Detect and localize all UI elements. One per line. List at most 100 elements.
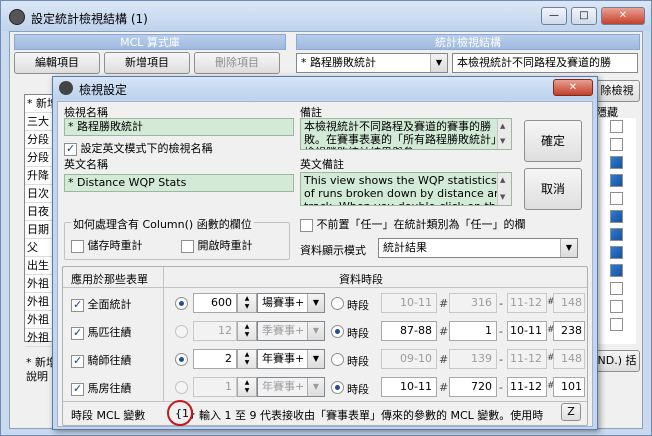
to-season-input[interactable]: 11-12 <box>507 293 547 313</box>
period-radio[interactable] <box>331 325 344 338</box>
mcl-list-item[interactable]: 升降 <box>25 167 55 185</box>
open-recalc-checkbox[interactable] <box>181 239 194 253</box>
unit-select[interactable]: 季賽事+ ▼ <box>257 321 325 341</box>
english-remark-field[interactable]: This view shows the WQP statistics of ru… <box>300 172 512 206</box>
unit-select[interactable]: 年賽事+ ▼ <box>257 377 325 397</box>
dash-icon: - <box>499 297 503 310</box>
hidden-checkbox[interactable] <box>610 210 623 223</box>
unit-select[interactable]: 年賽事+ ▼ <box>257 349 325 369</box>
hidden-checkbox[interactable] <box>610 174 623 187</box>
count-input[interactable]: 1 <box>193 377 237 397</box>
count-spinner[interactable]: ▲ ▼ <box>237 321 257 341</box>
dialog-close-button[interactable]: ✕ <box>553 79 593 96</box>
mcl-list-item[interactable]: 日期 <box>25 221 55 239</box>
period-radio[interactable] <box>331 381 344 394</box>
z-button[interactable]: Z <box>561 403 581 421</box>
view-description-field[interactable]: 本檢視統計不同路程及賽道的勝 <box>452 53 638 73</box>
count-input[interactable]: 600 <box>193 293 237 313</box>
form-option[interactable]: 馬匹往績 <box>71 324 132 340</box>
from-race-input[interactable]: 720 <box>449 377 497 397</box>
hidden-checkbox[interactable] <box>610 282 623 295</box>
maximize-button[interactable]: □ <box>571 7 597 25</box>
hidden-checkbox[interactable] <box>610 228 623 241</box>
add-item-button[interactable]: 新增項目 <box>104 52 190 74</box>
to-race-input[interactable]: 101 <box>553 377 585 397</box>
mcl-list-item[interactable]: 外祖 <box>25 311 55 329</box>
english-mode-option[interactable]: 設定英文模式下的檢視名稱 <box>64 140 213 156</box>
form-checkbox[interactable] <box>71 354 84 368</box>
period-radio[interactable] <box>331 297 344 310</box>
from-race-input[interactable]: 1 <box>449 321 497 341</box>
mcl-list-item[interactable]: 外祖 <box>25 293 55 311</box>
form-option[interactable]: 馬房往績 <box>71 380 132 396</box>
no-prefix-option[interactable]: 不前置「任一」在統計類別為「任一」的欄 <box>300 216 526 232</box>
count-radio[interactable] <box>175 297 188 310</box>
ok-button[interactable]: 確定 <box>524 120 582 162</box>
mcl-list-item[interactable]: 分段 <box>25 131 55 149</box>
count-spinner[interactable]: ▲ ▼ <box>237 349 257 369</box>
brackets-button[interactable]: ND.) 括 <box>594 350 640 372</box>
unit-select[interactable]: 場賽事+ ▼ <box>257 293 325 313</box>
to-season-input[interactable]: 11-12 <box>507 349 547 369</box>
save-recalc-option[interactable]: 儲存時重計 <box>71 237 143 253</box>
mcl-list-item[interactable]: 日夜 <box>25 203 55 221</box>
from-race-input[interactable]: 316 <box>449 293 497 313</box>
minimize-button[interactable]: — <box>541 7 567 25</box>
delete-item-button[interactable]: 刪除項目 <box>194 52 280 74</box>
to-season-input[interactable]: 11-12 <box>507 377 547 397</box>
mcl-list-item[interactable]: * 新增 <box>25 95 55 113</box>
display-mode-select[interactable]: 統計結果 ▼ <box>378 238 578 258</box>
hidden-checkbox[interactable] <box>610 156 623 169</box>
count-input[interactable]: 2 <box>193 349 237 369</box>
from-season-input[interactable]: 87-88 <box>381 321 437 341</box>
from-season-input[interactable]: 10-11 <box>381 377 437 397</box>
count-input[interactable]: 12 <box>193 321 237 341</box>
mcl-list-item[interactable]: 分段 <box>25 149 55 167</box>
hidden-checkbox[interactable] <box>610 192 623 205</box>
hidden-checkbox[interactable] <box>610 318 623 331</box>
to-race-input[interactable]: 148 <box>553 349 585 369</box>
count-radio[interactable] <box>175 325 188 338</box>
count-radio[interactable] <box>175 381 188 394</box>
form-option[interactable]: 騎師往績 <box>71 352 132 368</box>
mcl-list-item[interactable]: 外祖 <box>25 275 55 293</box>
english-name-field[interactable]: * Distance WQP Stats <box>64 174 294 192</box>
edit-item-button[interactable]: 編輯項目 <box>14 52 100 74</box>
no-prefix-checkbox[interactable] <box>300 218 313 232</box>
mcl-list-item[interactable]: 出生 <box>25 257 55 275</box>
count-spinner[interactable]: ▲ ▼ <box>237 377 257 397</box>
to-race-input[interactable]: 238 <box>553 321 585 341</box>
form-checkbox[interactable] <box>71 298 84 312</box>
cancel-button[interactable]: 取消 <box>524 168 582 210</box>
mcl-list-item[interactable]: 日次 <box>25 185 55 203</box>
form-checkbox[interactable] <box>71 326 84 340</box>
mcl-list-item[interactable]: 外祖 <box>25 329 55 347</box>
view-select[interactable]: * 路程勝敗統計 ▼ <box>296 53 448 73</box>
from-season-input[interactable]: 10-11 <box>381 293 437 313</box>
open-recalc-option[interactable]: 開啟時重計 <box>181 237 253 253</box>
remark-field[interactable]: 本檢視統計不同路程及賽道的賽事的勝敗。在賽事表裏的「所有路程勝敗統計」檢視勝敗統… <box>300 118 512 150</box>
to-season-input[interactable]: 10-11 <box>507 321 547 341</box>
form-checkbox[interactable] <box>71 382 84 396</box>
period-radio[interactable] <box>331 353 344 366</box>
count-radio[interactable] <box>175 353 188 366</box>
hidden-checkbox[interactable] <box>610 138 623 151</box>
english-remark-scrollbar[interactable]: ▲ ▼ <box>497 173 511 205</box>
to-race-input[interactable]: 148 <box>553 293 585 313</box>
english-mode-checkbox[interactable] <box>64 142 77 156</box>
hidden-checkbox[interactable] <box>610 300 623 313</box>
from-season-input[interactable]: 09-10 <box>381 349 437 369</box>
count-spinner[interactable]: ▲ ▼ <box>237 293 257 313</box>
save-recalc-checkbox[interactable] <box>71 239 84 253</box>
remark-scrollbar[interactable]: ▲ ▼ <box>497 119 511 149</box>
form-option[interactable]: 全面統計 <box>71 296 132 312</box>
hidden-checkbox[interactable] <box>610 120 623 133</box>
mcl-list-item[interactable]: 父 <box>25 239 55 257</box>
delete-view-button[interactable]: 除檢視 <box>594 80 640 102</box>
hidden-checkbox[interactable] <box>610 246 623 259</box>
view-name-field[interactable]: * 路程勝敗統計 <box>64 118 294 136</box>
mcl-list-item[interactable]: 三大 <box>25 113 55 131</box>
from-race-input[interactable]: 139 <box>449 349 497 369</box>
close-button[interactable]: ✕ <box>601 7 645 25</box>
hidden-checkbox[interactable] <box>610 264 623 277</box>
